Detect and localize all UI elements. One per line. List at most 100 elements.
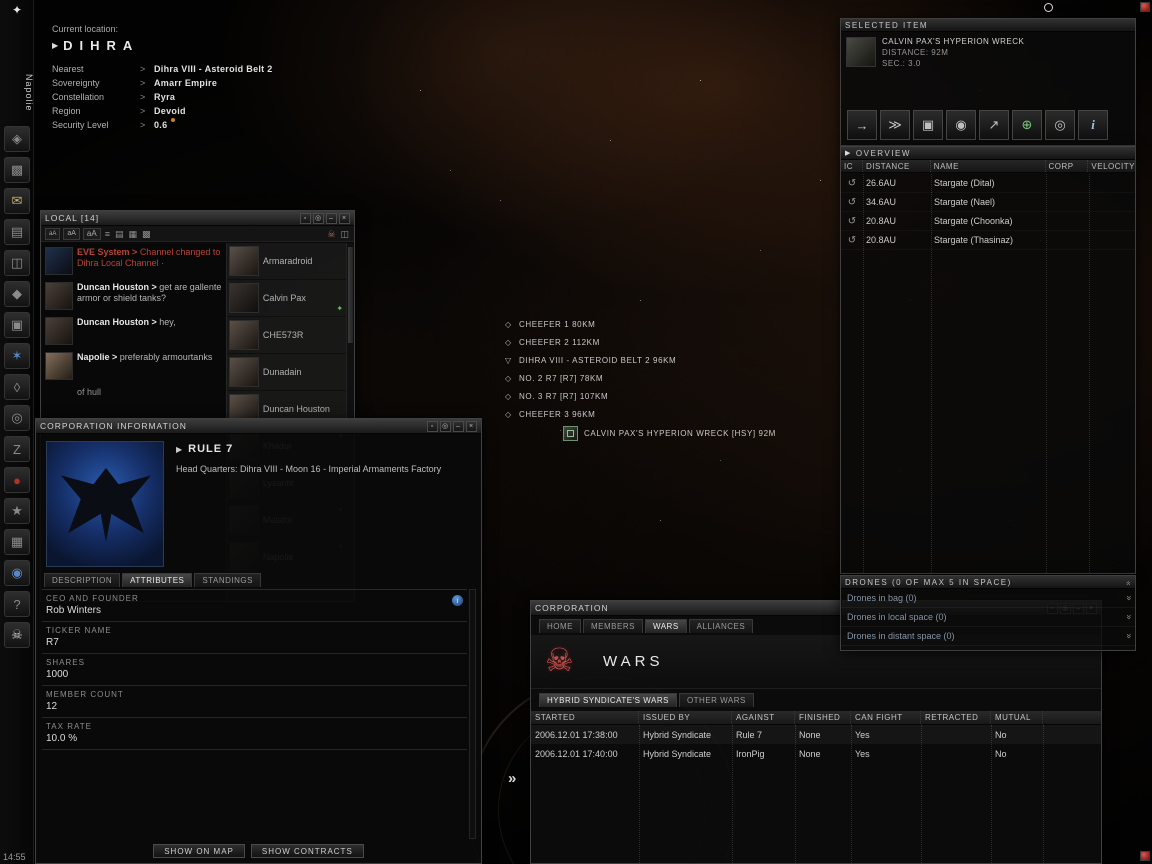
window-stack-icon-bottom[interactable] [1140, 851, 1150, 861]
log-icon[interactable]: ● [4, 467, 30, 493]
overview-row[interactable]: ↺ 20.8AU Stargate (Thasinaz) [841, 231, 1135, 250]
unstack-icon[interactable]: ▫ [300, 212, 311, 224]
keep-at-range-button[interactable]: ↗ [979, 110, 1009, 140]
minimize-icon[interactable]: – [326, 212, 337, 224]
grid-view-icon[interactable]: ▦ [127, 229, 138, 239]
space-marker[interactable]: ▽ DIHRA VIII - ASTEROID BELT 2 96KM [505, 351, 776, 369]
member-row[interactable]: Calvin Pax ✦ [226, 280, 347, 316]
field-value[interactable]: Dihra VIII - Asteroid Belt 2 [154, 62, 273, 76]
show-info-icon[interactable]: i [452, 595, 463, 606]
drone-group-row[interactable]: Drones in distant space (0) » [841, 627, 1135, 646]
scrollbar-thumb[interactable] [348, 247, 354, 343]
local-titlebar[interactable]: LOCAL [14] ▫ ◎ – × [41, 211, 354, 226]
field-value[interactable]: Ryra [154, 90, 175, 104]
star-map-icon[interactable]: ◈ [4, 126, 30, 152]
journal-icon[interactable]: Z [4, 436, 30, 462]
neocom-clock[interactable]: 14:55 [3, 852, 26, 862]
ship-hangar-icon[interactable]: ✶ [4, 343, 30, 369]
overview-row[interactable]: ↺ 34.6AU Stargate (Nael) [841, 193, 1135, 212]
tab-description[interactable]: DESCRIPTION [44, 573, 121, 587]
drone-group-row[interactable]: Drones in bag (0) » [841, 589, 1135, 608]
corp-name-row[interactable]: ▶ RULE 7 [176, 443, 472, 455]
window-stack-icon[interactable] [1140, 2, 1150, 12]
pin-icon[interactable]: ◎ [313, 212, 324, 224]
overview-row[interactable]: ↺ 26.6AU Stargate (Dital) [841, 174, 1135, 193]
selected-item-thumbnail[interactable] [846, 37, 876, 67]
tab-attributes[interactable]: ATTRIBUTES [122, 573, 193, 587]
corp-info-scrollbar[interactable] [469, 589, 476, 839]
approach-button[interactable]: → [847, 110, 877, 140]
show-contracts-button[interactable]: SHOW CONTRACTS [250, 844, 364, 858]
orbit-button[interactable]: ◉ [946, 110, 976, 140]
lock-target-button[interactable]: ⊕ [1012, 110, 1042, 140]
close-icon[interactable]: × [466, 420, 477, 432]
space-marker[interactable]: ◇ CHEEFER 3 96KM [505, 405, 776, 423]
member-row[interactable]: Armaradroid [226, 243, 347, 279]
corp-logo [46, 441, 164, 567]
selected-wreck-marker[interactable]: CALVIN PAX'S HYPERION WRECK [HSY] 92M [563, 426, 776, 441]
collapse-icon[interactable]: » [1124, 579, 1133, 585]
detail-view-icon[interactable]: ▤ [114, 229, 125, 239]
expand-icon[interactable]: » [1124, 614, 1134, 619]
assets-icon[interactable]: ▣ [4, 312, 30, 338]
drone-group-row[interactable]: Drones in local space (0) » [841, 608, 1135, 627]
field-value[interactable]: Amarr Empire [154, 76, 217, 90]
subtab-other-wars[interactable]: OTHER WARS [678, 693, 754, 707]
corp-info-titlebar[interactable]: CORPORATION INFORMATION ▫ ◎ – × [36, 419, 481, 434]
space-marker[interactable]: ◇ CHEEFER 2 112KM [505, 333, 776, 351]
field-value[interactable]: Devoid [154, 104, 186, 118]
notepad-icon[interactable]: ▤ [4, 219, 30, 245]
people-and-places-icon[interactable]: ▩ [4, 157, 30, 183]
overview-column-header[interactable]: IC DISTANCE NAME CORP VELOCITY [841, 160, 1135, 173]
map-icon[interactable]: ◎ [4, 405, 30, 431]
unstack-icon[interactable]: ▫ [427, 420, 438, 432]
corporation-icon[interactable]: ▦ [4, 529, 30, 555]
tab-members[interactable]: MEMBERS [583, 619, 643, 633]
subtab-own-wars[interactable]: HYBRID SYNDICATE'S WARS [539, 693, 677, 707]
help-icon[interactable]: ? [4, 591, 30, 617]
tab-home[interactable]: HOME [539, 619, 581, 633]
pin-icon[interactable]: ◎ [440, 420, 451, 432]
list-view-icon[interactable]: ≡ [104, 229, 111, 239]
space-marker[interactable]: ◇ NO. 3 R7 [R7] 107KM [505, 387, 776, 405]
space-marker[interactable]: ◇ NO. 2 R7 [R7] 78KM [505, 369, 776, 387]
browser-icon[interactable]: ◫ [4, 250, 30, 276]
open-cargo-button[interactable]: ▣ [913, 110, 943, 140]
member-row[interactable]: CHE573R [226, 317, 347, 353]
close-icon[interactable]: × [339, 212, 350, 224]
wallet-icon[interactable]: ★ [4, 498, 30, 524]
minimize-icon[interactable]: – [453, 420, 464, 432]
font-large-button[interactable]: aA [82, 227, 101, 240]
system-name[interactable]: DIHRA [63, 38, 139, 53]
tab-alliances[interactable]: ALLIANCES [688, 619, 754, 633]
expand-icon[interactable]: » [1124, 633, 1134, 638]
show-hostiles-icon[interactable]: ☠ [326, 229, 336, 239]
font-medium-button[interactable]: aA [63, 227, 80, 240]
expand-chevrons-button[interactable]: » [508, 770, 516, 787]
eve-menu-icon[interactable]: ✦ [0, 3, 34, 17]
compact-view-icon[interactable]: ▩ [141, 229, 152, 239]
drones-header[interactable]: DRONES (0 OF MAX 5 IN SPACE) » [841, 576, 1135, 589]
member-row[interactable]: Dunadain [226, 354, 347, 390]
show-info-button[interactable]: i [1078, 110, 1108, 140]
show-on-map-button[interactable]: SHOW ON MAP [153, 844, 245, 858]
mail-icon[interactable]: ✉ [4, 188, 30, 214]
character-name-vertical[interactable]: Napolie [0, 58, 34, 128]
font-small-button[interactable]: aA [45, 227, 61, 240]
skull-icon[interactable]: ☠ [4, 622, 30, 648]
space-marker[interactable]: ◇ CHEEFER 1 80KM [505, 315, 776, 333]
tab-standings[interactable]: STANDINGS [194, 573, 261, 587]
expand-icon[interactable]: » [1124, 595, 1134, 600]
look-at-button[interactable]: ◎ [1045, 110, 1075, 140]
warp-to-button[interactable]: ≫ [880, 110, 910, 140]
science-icon[interactable]: ◊ [4, 374, 30, 400]
war-row[interactable]: 2006.12.01 17:38:00 Hybrid Syndicate Rul… [531, 725, 1101, 744]
selected-item-header[interactable]: SELECTED ITEM [841, 19, 1135, 32]
member-filter-icon[interactable]: ◫ [339, 229, 350, 239]
tab-wars[interactable]: WARS [644, 619, 687, 633]
war-row[interactable]: 2006.12.01 17:40:00 Hybrid Syndicate Iro… [531, 744, 1101, 763]
overview-header[interactable]: ▶ OVERVIEW [841, 147, 1135, 160]
channels-icon[interactable]: ◉ [4, 560, 30, 586]
overview-row[interactable]: ↺ 20.8AU Stargate (Choonka) [841, 212, 1135, 231]
market-icon[interactable]: ◆ [4, 281, 30, 307]
